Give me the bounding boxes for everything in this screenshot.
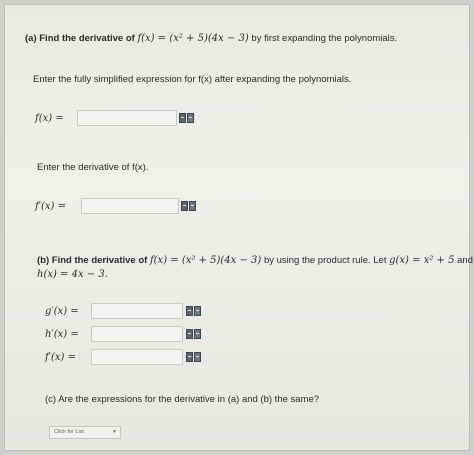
part-b-prompt-line1: (b) Find the derivative of f(x) = (x² + …	[37, 255, 473, 267]
part-a-suffix: by first expanding the polynomials.	[251, 33, 398, 44]
part-a-instruction-1: Enter the fully simplified expression fo…	[33, 74, 352, 85]
part-a-prompt: (a) Find the derivative of f(x) = (x² + …	[25, 33, 397, 45]
part-c-prompt: (c) Are the expressions for the derivati…	[45, 394, 320, 405]
g-definition: g(x) = x² + 5	[389, 255, 455, 266]
f-prime-label-a: f′(x) =	[35, 201, 66, 212]
h-definition: h(x) = 4x − 3.	[37, 269, 108, 280]
and-word: and	[457, 255, 473, 266]
g-prime-input[interactable]	[91, 303, 183, 319]
math-palette-icon[interactable]	[186, 352, 202, 362]
f-prime-input-a[interactable]	[81, 198, 179, 214]
math-palette-icon[interactable]	[186, 329, 202, 339]
f-expanded-input[interactable]	[77, 110, 177, 126]
part-a-instruction-2: Enter the derivative of f(x).	[37, 162, 149, 173]
chevron-down-icon: ▼	[112, 429, 117, 435]
part-a-function: f(x) = (x² + 5)(4x − 3)	[137, 33, 249, 44]
answer-select[interactable]: Click for List ▼	[49, 426, 121, 439]
g-prime-label: g′(x) =	[45, 306, 79, 317]
part-b-function: f(x) = (x² + 5)(4x − 3)	[149, 255, 262, 266]
math-palette-icon[interactable]	[181, 201, 197, 211]
part-b-mid: by using the product rule. Let	[263, 255, 387, 266]
h-prime-label: h′(x) =	[45, 329, 79, 340]
h-prime-input[interactable]	[91, 326, 183, 342]
part-b-prefix: (b) Find the derivative of	[37, 255, 148, 266]
f-prime-label-b: f′(x) =	[45, 352, 76, 363]
part-a-prefix: (a) Find the derivative of	[25, 33, 135, 44]
problem-page: (a) Find the derivative of f(x) = (x² + …	[4, 4, 473, 451]
math-palette-icon[interactable]	[186, 306, 202, 316]
answer-select-value: Click for List	[54, 429, 84, 435]
f-label: f(x) =	[35, 113, 64, 124]
f-prime-input-b[interactable]	[91, 349, 183, 365]
math-palette-icon[interactable]	[179, 113, 195, 123]
